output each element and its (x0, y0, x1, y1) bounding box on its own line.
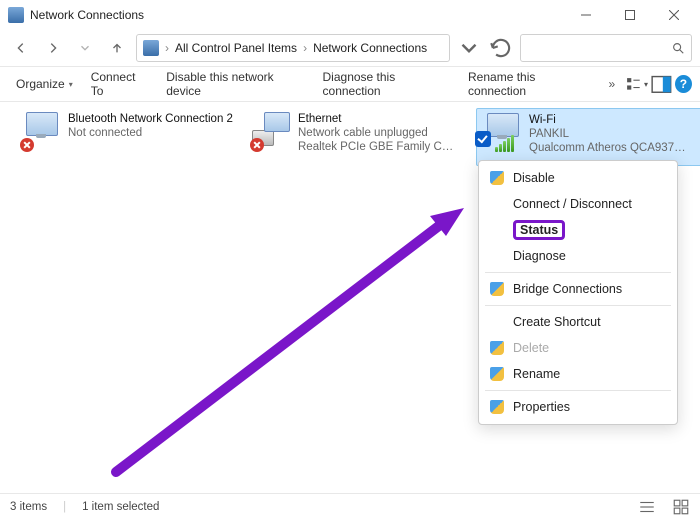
minimize-button[interactable] (564, 0, 608, 30)
menu-diagnose[interactable]: Diagnose (479, 243, 677, 269)
app-icon (8, 7, 24, 23)
shield-icon (489, 170, 505, 186)
organize-button[interactable]: Organize▾ (8, 73, 81, 95)
shield-icon (489, 340, 505, 356)
nav-bar: › All Control Panel Items › Network Conn… (0, 30, 700, 66)
view-options-button[interactable]: ▾ (625, 72, 648, 96)
menu-separator (485, 272, 671, 273)
context-menu: Disable Connect / Disconnect Status Diag… (478, 160, 678, 425)
disable-device-button[interactable]: Disable this network device (158, 66, 312, 102)
shield-icon (489, 399, 505, 415)
breadcrumb-item[interactable]: Network Connections (313, 41, 427, 55)
menu-create-shortcut[interactable]: Create Shortcut (479, 309, 677, 335)
menu-disable[interactable]: Disable (479, 165, 677, 191)
recent-button[interactable] (72, 35, 98, 61)
preview-pane-button[interactable] (650, 72, 673, 96)
connection-item-bluetooth[interactable]: Bluetooth Network Connection 2 Not conne… (16, 108, 242, 164)
connection-status: PANKIL (529, 127, 689, 141)
back-button[interactable] (8, 35, 34, 61)
maximize-button[interactable] (608, 0, 652, 30)
location-icon (143, 40, 159, 56)
forward-button[interactable] (40, 35, 66, 61)
chevron-right-icon: › (165, 41, 169, 55)
menu-separator (485, 305, 671, 306)
content-area: Bluetooth Network Connection 2 Not conne… (0, 102, 700, 496)
shield-icon (489, 281, 505, 297)
diagnose-button[interactable]: Diagnose this connection (315, 66, 459, 102)
menu-rename[interactable]: Rename (479, 361, 677, 387)
connection-name: Bluetooth Network Connection 2 (68, 112, 233, 126)
menu-status[interactable]: Status (479, 217, 677, 243)
window-title: Network Connections (30, 8, 564, 22)
connection-device: Realtek PCIe GBE Family Contr... (298, 140, 458, 154)
menu-connect-disconnect[interactable]: Connect / Disconnect (479, 191, 677, 217)
menu-bridge-connections[interactable]: Bridge Connections (479, 276, 677, 302)
title-bar: Network Connections (0, 0, 700, 30)
annotation-arrow (86, 182, 478, 484)
command-bar: Organize▾ Connect To Disable this networ… (0, 66, 700, 102)
menu-properties[interactable]: Properties (479, 394, 677, 420)
rename-connection-button[interactable]: Rename this connection (460, 66, 598, 102)
menu-separator (485, 390, 671, 391)
status-bar: 3 items | 1 item selected (0, 493, 700, 520)
connection-item-ethernet[interactable]: Ethernet Network cable unplugged Realtek… (246, 108, 472, 164)
search-input[interactable] (520, 34, 692, 62)
connection-status: Not connected (68, 126, 233, 140)
details-view-button[interactable] (638, 498, 656, 516)
refresh-button[interactable] (488, 35, 514, 61)
up-button[interactable] (104, 35, 130, 61)
close-button[interactable] (652, 0, 696, 30)
search-icon (671, 41, 685, 55)
connection-name: Ethernet (298, 112, 458, 126)
chevron-right-icon: › (303, 41, 307, 55)
bluetooth-adapter-icon (20, 112, 62, 152)
connection-item-wifi[interactable]: Wi-Fi PANKIL Qualcomm Atheros QCA9377 ..… (476, 108, 700, 166)
connection-device: Qualcomm Atheros QCA9377 ... (529, 141, 689, 155)
wifi-adapter-icon (481, 113, 523, 153)
ethernet-adapter-icon (250, 112, 292, 152)
connect-to-button[interactable]: Connect To (83, 66, 157, 102)
overflow-button[interactable]: » (600, 72, 623, 96)
address-bar[interactable]: › All Control Panel Items › Network Conn… (136, 34, 450, 62)
connection-name: Wi-Fi (529, 113, 689, 127)
shield-icon (489, 366, 505, 382)
connection-status: Network cable unplugged (298, 126, 458, 140)
selection-count: 1 item selected (82, 501, 159, 513)
large-icons-view-button[interactable] (672, 498, 690, 516)
menu-delete: Delete (479, 335, 677, 361)
address-dropdown-button[interactable] (456, 35, 482, 61)
help-button[interactable]: ? (675, 75, 692, 93)
breadcrumb-item[interactable]: All Control Panel Items (175, 41, 297, 55)
item-count: 3 items (10, 501, 47, 513)
